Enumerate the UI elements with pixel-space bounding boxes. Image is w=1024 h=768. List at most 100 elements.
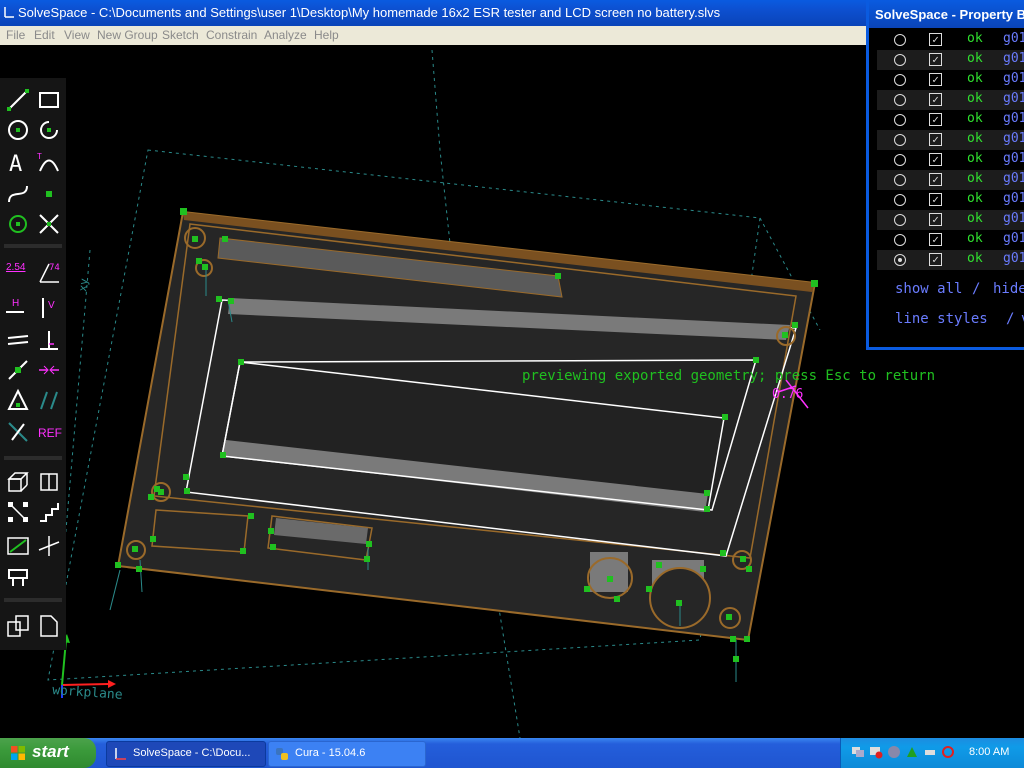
- network-icon[interactable]: [851, 745, 865, 759]
- group-name-link[interactable]: g01: [1003, 231, 1024, 246]
- group-row[interactable]: ✓ ok g01: [877, 210, 1024, 230]
- perpendicular-constraint-icon[interactable]: [37, 328, 61, 352]
- group-name-link[interactable]: g01: [1003, 211, 1024, 226]
- menu-sketch[interactable]: Sketch: [162, 28, 199, 42]
- tangent-arc-icon[interactable]: T: [37, 150, 61, 174]
- menu-constrain[interactable]: Constrain: [206, 28, 257, 42]
- visible-checkbox[interactable]: ✓: [929, 253, 942, 266]
- visible-checkbox[interactable]: ✓: [929, 113, 942, 126]
- point-tool-icon[interactable]: [37, 182, 61, 206]
- arc-tool-icon[interactable]: [37, 118, 61, 142]
- copy-group-icon[interactable]: [6, 614, 30, 638]
- active-group-radio[interactable]: [894, 54, 906, 66]
- bezier-tool-icon[interactable]: [6, 182, 30, 206]
- group-name-link[interactable]: g01: [1003, 151, 1024, 166]
- line-tool-icon[interactable]: [6, 88, 30, 112]
- distance-constraint-icon[interactable]: 2.54: [6, 262, 25, 273]
- menu-analyze[interactable]: Analyze: [264, 28, 307, 42]
- active-group-radio[interactable]: [894, 114, 906, 126]
- group-row[interactable]: ✓ ok g01: [877, 50, 1024, 70]
- visible-checkbox[interactable]: ✓: [929, 133, 942, 146]
- active-group-radio[interactable]: [894, 254, 906, 266]
- visible-checkbox[interactable]: ✓: [929, 93, 942, 106]
- visible-checkbox[interactable]: ✓: [929, 173, 942, 186]
- group-name-link[interactable]: g01: [1003, 191, 1024, 206]
- group-row[interactable]: ✓ ok g01: [877, 90, 1024, 110]
- group-name-link[interactable]: g01: [1003, 171, 1024, 186]
- task-solvespace[interactable]: SolveSpace - C:\Docu...: [106, 741, 266, 767]
- step-translate-icon[interactable]: [37, 500, 61, 524]
- point-on-line-icon[interactable]: [6, 358, 30, 382]
- workplane-tool-icon[interactable]: [6, 212, 30, 236]
- active-group-radio[interactable]: [894, 94, 906, 106]
- rectangle-tool-icon[interactable]: [37, 88, 61, 112]
- group-row[interactable]: ✓ ok g01: [877, 70, 1024, 90]
- active-group-radio[interactable]: [894, 194, 906, 206]
- group-row[interactable]: ✓ ok g01: [877, 130, 1024, 150]
- lathe-icon[interactable]: [6, 534, 30, 558]
- import-icon[interactable]: [6, 566, 30, 590]
- paste-group-icon[interactable]: [37, 614, 61, 638]
- horizontal-constraint-icon[interactable]: H: [12, 298, 19, 309]
- same-orientation-icon[interactable]: [37, 388, 61, 412]
- group-row[interactable]: ✓ ok g01: [877, 30, 1024, 50]
- menu-new-group[interactable]: New Group: [97, 28, 158, 42]
- menu-file[interactable]: File: [6, 28, 25, 42]
- construction-toggle-icon[interactable]: [6, 420, 30, 444]
- group-name-link[interactable]: g01: [1003, 111, 1024, 126]
- group-row[interactable]: ✓ ok g01: [877, 170, 1024, 190]
- group-name-link[interactable]: g01: [1003, 31, 1024, 46]
- active-group-radio[interactable]: [894, 214, 906, 226]
- line-styles-link[interactable]: line styles: [895, 311, 988, 327]
- show-all-link[interactable]: show all: [895, 281, 962, 297]
- step-rotate-icon[interactable]: [6, 500, 30, 524]
- active-group-radio[interactable]: [894, 234, 906, 246]
- angle-constraint-icon[interactable]: 74°: [37, 260, 61, 284]
- safely-remove-icon[interactable]: [905, 745, 919, 759]
- group-name-link[interactable]: g01: [1003, 51, 1024, 66]
- group-row[interactable]: ✓ ok g01: [877, 110, 1024, 130]
- group-row[interactable]: ✓ ok g01: [877, 190, 1024, 210]
- text-tool-icon[interactable]: A: [6, 150, 30, 174]
- property-browser-titlebar[interactable]: SolveSpace - Property Br: [869, 0, 1024, 28]
- symmetric-constraint-icon[interactable]: [37, 358, 61, 382]
- group-row[interactable]: ✓ ok g01: [877, 230, 1024, 250]
- circle-tool-icon[interactable]: [6, 118, 30, 142]
- start-button[interactable]: start: [0, 738, 96, 768]
- group-name-link[interactable]: g01: [1003, 251, 1024, 266]
- dimension-label[interactable]: 0.76: [772, 387, 803, 402]
- reference-constraint-icon[interactable]: REF: [38, 426, 62, 440]
- visible-checkbox[interactable]: ✓: [929, 233, 942, 246]
- visible-checkbox[interactable]: ✓: [929, 53, 942, 66]
- group-row[interactable]: ✓ ok g01: [877, 150, 1024, 170]
- audio-icon[interactable]: [887, 745, 901, 759]
- group-name-link[interactable]: g01: [1003, 91, 1024, 106]
- vertical-constraint-icon[interactable]: V: [48, 300, 55, 311]
- active-group-radio[interactable]: [894, 174, 906, 186]
- visible-checkbox[interactable]: ✓: [929, 213, 942, 226]
- menu-help[interactable]: Help: [314, 28, 339, 42]
- menu-view[interactable]: View: [64, 28, 90, 42]
- menu-edit[interactable]: Edit: [34, 28, 55, 42]
- clock[interactable]: 8:00 AM: [969, 746, 1009, 758]
- hide-link[interactable]: hide: [993, 281, 1024, 297]
- visible-checkbox[interactable]: ✓: [929, 193, 942, 206]
- visible-checkbox[interactable]: ✓: [929, 73, 942, 86]
- split-tool-icon[interactable]: [37, 212, 61, 236]
- extrude-icon[interactable]: [6, 470, 30, 494]
- workplane-sketch-icon[interactable]: [37, 470, 61, 494]
- capacitor-small[interactable]: [587, 552, 633, 599]
- nearest-iso-icon[interactable]: [37, 534, 61, 558]
- group-row[interactable]: ✓ ok g01: [877, 250, 1024, 270]
- connection-icon[interactable]: [923, 745, 937, 759]
- active-group-radio[interactable]: [894, 134, 906, 146]
- task-cura[interactable]: Cura - 15.04.6: [268, 741, 426, 767]
- active-group-radio[interactable]: [894, 154, 906, 166]
- security-alert-icon[interactable]: [941, 745, 955, 759]
- visible-checkbox[interactable]: ✓: [929, 33, 942, 46]
- group-name-link[interactable]: g01: [1003, 71, 1024, 86]
- active-group-radio[interactable]: [894, 74, 906, 86]
- visible-checkbox[interactable]: ✓: [929, 153, 942, 166]
- midpoint-constraint-icon[interactable]: [6, 388, 30, 412]
- group-name-link[interactable]: g01: [1003, 131, 1024, 146]
